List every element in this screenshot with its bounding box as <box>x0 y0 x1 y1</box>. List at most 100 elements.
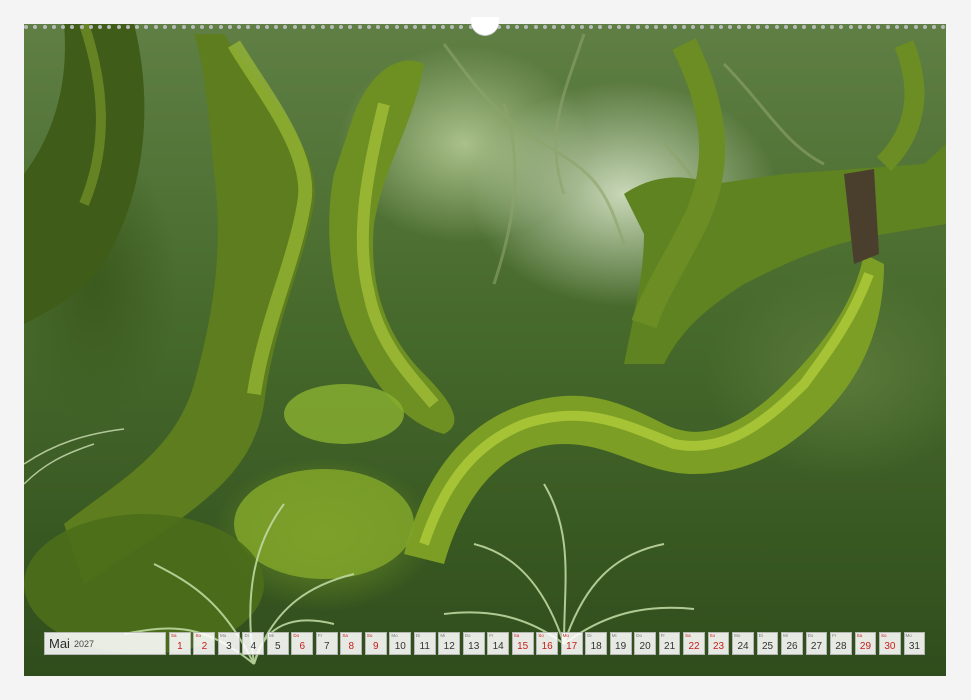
day-cell: Fr 7 <box>315 632 338 655</box>
day-cells: Sa 1 So 2 Mo 3 Di 4 Mi 5 Do 6 Fr 7 Sa 8 So 9 Mo 10 Di 11 Mi 12 D… <box>169 632 926 655</box>
day-weekday: Mi <box>611 633 617 638</box>
day-weekday: So <box>881 633 887 638</box>
day-weekday: Mo <box>905 633 912 638</box>
calendar-page: Mai 2027 Sa 1 So 2 Mo 3 Di 4 Mi 5 Do 6 Fr 7 Sa 8 So 9 Mo 10… <box>0 0 971 700</box>
day-cell: Sa 1 <box>169 632 191 655</box>
day-number: 5 <box>275 641 281 652</box>
day-cell: So 30 <box>879 632 901 655</box>
day-cell: Di 11 <box>413 632 436 655</box>
mossy-forest-illustration <box>24 24 946 665</box>
day-weekday: Fr <box>660 633 665 638</box>
day-number: 3 <box>226 641 232 652</box>
day-number: 26 <box>786 641 798 652</box>
day-number: 23 <box>712 641 725 652</box>
day-number: 18 <box>590 641 602 652</box>
day-number: 10 <box>394 641 406 652</box>
day-cell: Di 4 <box>242 632 265 655</box>
day-cell: Fr 14 <box>487 632 510 655</box>
day-number: 29 <box>859 641 872 652</box>
day-number: 2 <box>201 641 208 652</box>
day-weekday: So <box>709 633 716 638</box>
day-number: 27 <box>810 641 823 652</box>
day-weekday: Sa <box>342 633 348 638</box>
day-cell: Mo 3 <box>217 632 240 655</box>
day-number: 28 <box>835 641 847 652</box>
day-number: 17 <box>566 641 578 652</box>
day-cell: Fr 21 <box>658 632 681 655</box>
day-number: 16 <box>541 641 553 652</box>
day-cell: Sa 29 <box>854 632 877 655</box>
day-weekday: Do <box>293 633 300 638</box>
day-weekday: So <box>538 633 544 638</box>
day-cell: Di 25 <box>756 632 779 655</box>
day-weekday: Fr <box>489 633 494 638</box>
day-cell: Do 13 <box>462 632 485 655</box>
day-cell: Mo 17 <box>560 632 583 655</box>
day-weekday: So <box>195 633 201 638</box>
day-weekday: Mo <box>734 633 741 638</box>
day-number: 1 <box>177 641 183 652</box>
day-number: 14 <box>492 641 504 652</box>
day-weekday: Di <box>758 633 763 638</box>
day-weekday: Sa <box>171 633 177 638</box>
day-number: 24 <box>737 641 749 652</box>
day-weekday: Mi <box>268 633 274 638</box>
day-number: 4 <box>250 641 257 652</box>
day-number: 31 <box>908 641 920 652</box>
day-number: 12 <box>443 641 455 652</box>
forest-photo <box>24 24 946 676</box>
month-name: Mai <box>49 636 70 651</box>
day-number: 20 <box>639 641 651 652</box>
day-number: 30 <box>884 641 896 652</box>
day-cell: Mo 10 <box>389 632 412 655</box>
day-weekday: Fr <box>832 633 837 638</box>
day-cell: Sa 15 <box>511 632 534 655</box>
day-cell: So 9 <box>364 632 387 655</box>
day-weekday: Sa <box>513 633 520 638</box>
day-cell: So 23 <box>707 632 730 655</box>
day-weekday: Mo <box>562 633 570 638</box>
day-weekday: Mo <box>391 633 398 638</box>
day-weekday: Fr <box>317 633 323 638</box>
day-weekday: Di <box>244 633 249 638</box>
day-cell: Sa 8 <box>340 632 363 655</box>
day-number: 19 <box>615 641 627 652</box>
day-number: 13 <box>468 641 480 652</box>
day-number: 6 <box>299 641 306 652</box>
day-cell: Mi 5 <box>266 632 289 655</box>
day-weekday: So <box>366 633 373 638</box>
day-cell: So 16 <box>536 632 559 655</box>
day-weekday: Do <box>636 633 642 638</box>
day-cell: Di 18 <box>585 632 608 655</box>
day-weekday: Sa <box>856 633 863 638</box>
day-weekday: Mi <box>440 633 446 638</box>
month-label-box: Mai 2027 <box>44 632 166 655</box>
day-cell: Mi 12 <box>438 632 461 655</box>
day-weekday: Di <box>415 633 421 638</box>
day-number: 8 <box>348 641 355 652</box>
day-cell: Mo 24 <box>732 632 754 655</box>
day-number: 7 <box>324 641 330 652</box>
day-weekday: Sa <box>685 633 691 638</box>
day-weekday: Mo <box>219 633 227 638</box>
day-cell: Mi 19 <box>609 632 632 655</box>
day-cell: Sa 22 <box>683 632 705 655</box>
day-weekday: Mi <box>783 633 788 638</box>
day-cell: Do 6 <box>291 632 314 655</box>
day-number: 21 <box>664 641 676 652</box>
calendar-strip: Mai 2027 Sa 1 So 2 Mo 3 Di 4 Mi 5 Do 6 Fr 7 Sa 8 So 9 Mo 10… <box>44 632 926 655</box>
day-cell: Do 27 <box>805 632 828 655</box>
day-cell: So 2 <box>193 632 216 655</box>
day-cell: Do 20 <box>634 632 656 655</box>
day-cell: Fr 28 <box>830 632 852 655</box>
day-weekday: Di <box>587 633 592 638</box>
day-cell: Mi 26 <box>781 632 803 655</box>
day-weekday: Do <box>464 633 471 638</box>
day-number: 25 <box>761 641 774 652</box>
day-number: 11 <box>419 641 430 652</box>
day-number: 9 <box>372 641 379 652</box>
day-cell: Mo 31 <box>903 632 926 655</box>
day-number: 22 <box>688 641 700 652</box>
day-weekday: Do <box>807 633 814 638</box>
month-year: 2027 <box>73 638 94 649</box>
